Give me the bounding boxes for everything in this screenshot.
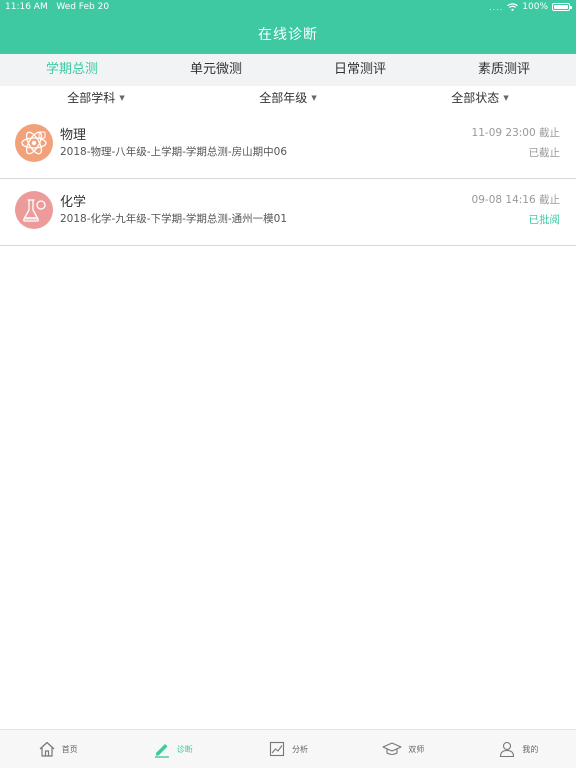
status-badge: 已截止	[528, 147, 561, 159]
nav-label: 双师	[408, 744, 425, 754]
nav-label: 诊断	[176, 744, 193, 754]
pencil-icon	[154, 744, 169, 758]
page-title: 在线诊断	[258, 27, 318, 43]
exam-list-item[interactable]: 物理 2018-物理-八年级-上学期-学期总测-房山期中06 11-09 23:…	[0, 112, 576, 179]
nav-item-home[interactable]: 首页	[0, 730, 115, 768]
filter-bar: 全部学科 ▼ 全部年级 ▼ 全部状态 ▼	[0, 86, 576, 110]
nav-label: 分析	[292, 744, 308, 754]
home-icon	[39, 741, 55, 757]
filter-status[interactable]: 全部状态 ▼	[384, 86, 576, 110]
caret-down-icon: ▼	[119, 94, 125, 102]
nav-label: 我的	[522, 744, 539, 754]
filter-subject-label: 全部学科	[67, 91, 116, 105]
signal-icon: ....	[489, 2, 504, 12]
subject-name: 化学	[60, 195, 87, 210]
subject-name: 物理	[60, 128, 87, 143]
app-screen: 11:16 AM Wed Feb 20 .... 100% 在线诊断 学期总测 …	[0, 0, 576, 768]
flask-icon	[15, 191, 53, 229]
tab-quality-test[interactable]: 素质测评	[432, 54, 576, 86]
exam-list: 物理 2018-物理-八年级-上学期-学期总测-房山期中06 11-09 23:…	[0, 112, 576, 246]
nav-item-mine[interactable]: 我的	[461, 730, 576, 768]
atom-icon	[15, 124, 53, 162]
user-icon	[500, 741, 515, 758]
status-badge: 已批阅	[528, 214, 561, 226]
tab-daily-test[interactable]: 日常测评	[288, 54, 432, 86]
graduation-cap-icon	[382, 742, 402, 756]
exam-name: 2018-物理-八年级-上学期-学期总测-房山期中06	[60, 146, 288, 158]
tab-bar: 学期总测 单元微测 日常测评 素质测评	[0, 54, 576, 86]
nav-item-diagnosis[interactable]: 诊断	[115, 730, 230, 768]
filter-grade-label: 全部年级	[259, 91, 308, 105]
tab-semester-test[interactable]: 学期总测	[0, 54, 144, 86]
status-indicators: .... 100%	[489, 2, 572, 12]
battery-percent: 100%	[522, 2, 548, 12]
filter-subject[interactable]: 全部学科 ▼	[0, 86, 192, 110]
status-clock: 11:16 AM	[5, 2, 48, 12]
caret-down-icon: ▼	[503, 94, 509, 102]
chart-icon	[269, 741, 285, 757]
filter-status-label: 全部状态	[451, 91, 500, 105]
bottom-nav: 首页 诊断 分析 双师 我的	[0, 729, 576, 768]
status-time: 11:16 AM Wed Feb 20	[5, 2, 109, 12]
wifi-icon	[507, 3, 519, 11]
battery-icon	[552, 3, 572, 11]
filter-grade[interactable]: 全部年级 ▼	[192, 86, 384, 110]
nav-label: 首页	[61, 744, 78, 754]
nav-item-dual-teacher[interactable]: 双师	[346, 730, 461, 768]
tab-unit-test[interactable]: 单元微测	[144, 54, 288, 86]
nav-item-analysis[interactable]: 分析	[230, 730, 345, 768]
header: 11:16 AM Wed Feb 20 .... 100% 在线诊断	[0, 0, 576, 54]
deadline: 09-08 14:16 截止	[471, 194, 560, 206]
caret-down-icon: ▼	[311, 94, 317, 102]
exam-name: 2018-化学-九年级-下学期-学期总测-通州一模01	[60, 213, 288, 225]
exam-list-item[interactable]: 化学 2018-化学-九年级-下学期-学期总测-通州一模01 09-08 14:…	[0, 179, 576, 246]
status-date: Wed Feb 20	[56, 2, 110, 12]
deadline: 11-09 23:00 截止	[471, 127, 560, 139]
